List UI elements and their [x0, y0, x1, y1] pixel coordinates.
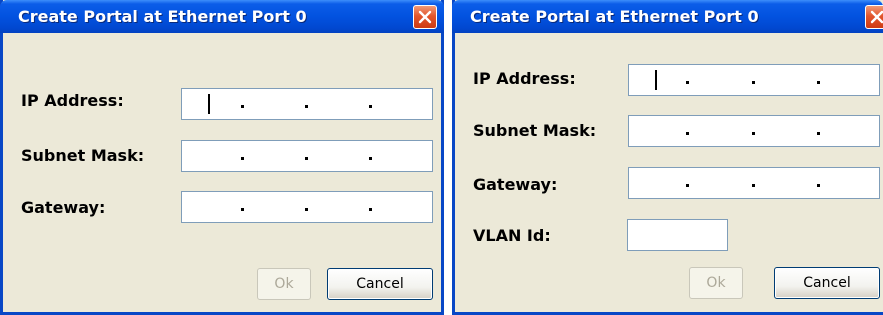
close-x-icon — [870, 10, 883, 24]
subnet-mask-label: Subnet Mask: — [473, 121, 597, 140]
close-x-icon — [418, 10, 432, 24]
ip-dot — [241, 157, 244, 160]
ip-dot — [817, 132, 820, 135]
gateway-label: Gateway: — [21, 198, 106, 217]
close-button[interactable] — [865, 5, 883, 29]
ip-dot — [305, 157, 308, 160]
create-portal-vlan-dialog: Create Portal at Ethernet Port 0 IP Addr… — [452, 0, 883, 315]
ip-dot — [241, 105, 244, 108]
ip-address-label: IP Address: — [21, 91, 124, 110]
subnet-mask-input[interactable] — [181, 140, 433, 172]
dialog-title: Create Portal at Ethernet Port 0 — [470, 7, 759, 26]
ip-dot — [369, 157, 372, 160]
ip-dot — [686, 81, 689, 84]
gateway-input[interactable] — [628, 167, 880, 199]
ip-address-label: IP Address: — [473, 69, 576, 88]
ip-dot — [817, 184, 820, 187]
ip-dot — [241, 208, 244, 211]
cancel-button[interactable]: Cancel — [327, 268, 433, 300]
ok-button[interactable]: Ok — [257, 268, 311, 300]
title-bar[interactable]: Create Portal at Ethernet Port 0 — [452, 0, 883, 33]
vlan-id-label: VLAN Id: — [473, 226, 551, 245]
ok-button[interactable]: Ok — [689, 267, 743, 299]
cancel-button[interactable]: Cancel — [774, 267, 880, 299]
subnet-mask-label: Subnet Mask: — [21, 146, 145, 165]
ip-dot — [305, 105, 308, 108]
gateway-input[interactable] — [181, 191, 433, 223]
ip-dot — [686, 184, 689, 187]
ip-dot — [752, 132, 755, 135]
dialog-title: Create Portal at Ethernet Port 0 — [18, 7, 307, 26]
ip-dot — [752, 81, 755, 84]
gateway-label: Gateway: — [473, 175, 558, 194]
create-portal-dialog: Create Portal at Ethernet Port 0 IP Addr… — [0, 0, 444, 315]
text-caret — [655, 70, 657, 90]
subnet-mask-input[interactable] — [628, 115, 880, 147]
title-bar[interactable]: Create Portal at Ethernet Port 0 — [0, 0, 444, 33]
ip-dot — [305, 208, 308, 211]
vlan-id-input[interactable] — [627, 219, 728, 251]
ip-dot — [369, 208, 372, 211]
ip-dot — [752, 184, 755, 187]
ip-dot — [686, 132, 689, 135]
ip-dot — [817, 81, 820, 84]
ip-address-input[interactable] — [628, 64, 880, 96]
text-caret — [208, 94, 210, 114]
ip-address-input[interactable] — [181, 88, 433, 120]
ip-dot — [369, 105, 372, 108]
close-button[interactable] — [413, 5, 437, 29]
